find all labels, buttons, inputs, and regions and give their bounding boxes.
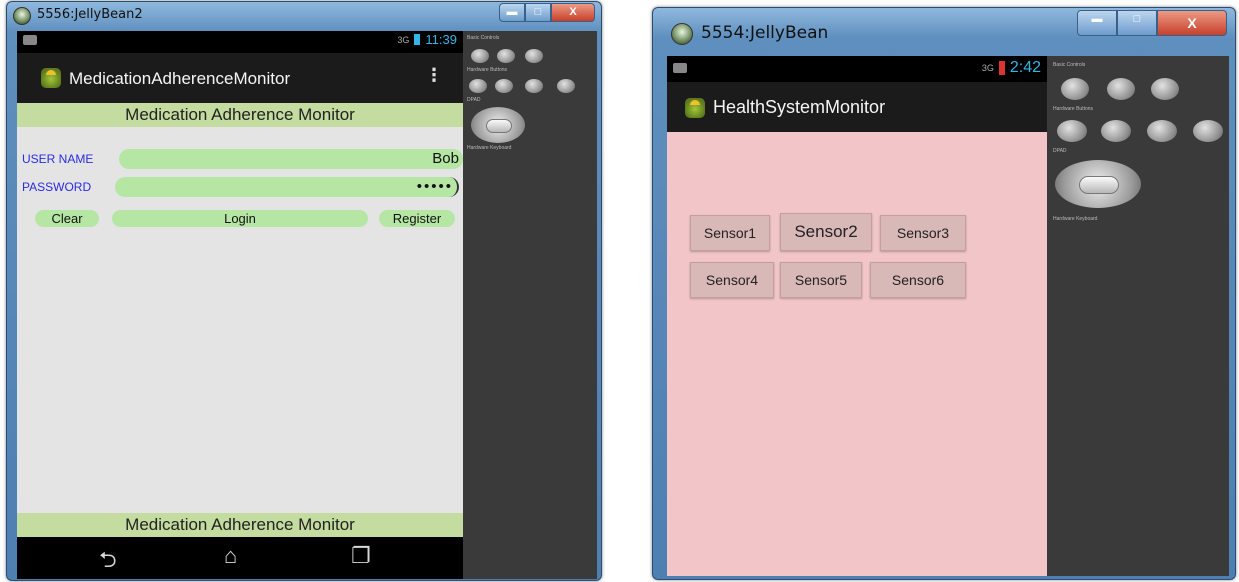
footer-banner: Medication Adherence Monitor — [17, 513, 463, 537]
maximize-button[interactable]: □ — [1117, 10, 1157, 36]
password-row: PASSWORD ••••• — [17, 177, 463, 197]
status-time: 11:39 — [425, 32, 457, 47]
emulator-window-left: 5556:JellyBean2 ▬ □ X 3G 11:39 Medicatio… — [6, 1, 602, 581]
minimize-button[interactable]: ▬ — [1077, 10, 1117, 36]
app-title: HealthSystemMonitor — [713, 97, 886, 117]
back-icon[interactable]: ⮌ — [99, 543, 117, 579]
close-button[interactable]: X — [551, 3, 595, 22]
status-bar: 3G 11:39 — [17, 31, 463, 53]
clear-button[interactable]: Clear — [35, 210, 99, 227]
username-label: USER NAME — [22, 152, 94, 166]
sensor6-button[interactable]: Sensor6 — [870, 262, 966, 298]
hardware-keyboard-heading: Hardware Keyboard — [467, 145, 512, 151]
menu-hw-icon[interactable] — [1101, 120, 1131, 142]
search-icon[interactable] — [1193, 120, 1223, 142]
back-hw-icon[interactable] — [525, 79, 543, 93]
status-bar: 3G 2:42 — [667, 56, 1047, 82]
close-button[interactable]: X — [1157, 10, 1227, 36]
signal-icon: 3G — [397, 34, 410, 45]
hardware-buttons-heading: Hardware Buttons — [1053, 106, 1094, 112]
volume-up-icon[interactable] — [1107, 78, 1135, 100]
home-hw-icon[interactable] — [1057, 120, 1087, 142]
home-hw-icon[interactable] — [469, 79, 487, 93]
action-bar: MedicationAdherenceMonitor ⋮ — [17, 53, 463, 103]
hardware-controls-panel: Basic Controls Hardware Buttons DPAD Har… — [1047, 56, 1229, 576]
search-icon[interactable] — [557, 79, 575, 93]
dpad-heading: DPAD — [1053, 148, 1067, 154]
power-icon[interactable] — [1151, 78, 1179, 100]
power-icon[interactable] — [525, 49, 543, 63]
android-app-icon — [41, 68, 61, 88]
navigation-bar: ⮌ ⌂ ❐ — [17, 537, 463, 579]
dpad-icon[interactable] — [1055, 160, 1141, 208]
username-input[interactable]: Bob — [119, 149, 463, 169]
home-icon[interactable]: ⌂ — [224, 543, 237, 569]
status-time: 2:42 — [1009, 59, 1041, 76]
recent-apps-icon[interactable]: ❐ — [351, 543, 371, 569]
hardware-buttons-heading: Hardware Buttons — [467, 67, 508, 73]
window-titlebar[interactable]: 5556:JellyBean2 ▬ □ X — [7, 2, 601, 30]
window-title: 5554:JellyBean — [701, 23, 829, 43]
login-button[interactable]: Login — [112, 210, 368, 227]
dpad-heading: DPAD — [467, 97, 481, 103]
android-app-icon — [685, 98, 705, 118]
overflow-menu-icon[interactable]: ⋮ — [425, 65, 443, 86]
volume-down-icon[interactable] — [471, 49, 489, 63]
emulator-logo-icon — [671, 23, 693, 45]
basic-controls-heading: Basic Controls — [467, 35, 500, 41]
header-banner: Medication Adherence Monitor — [17, 103, 463, 127]
app-title: MedicationAdherenceMonitor — [69, 69, 291, 88]
basic-controls-heading: Basic Controls — [1053, 62, 1086, 68]
battery-icon — [998, 61, 1005, 75]
hardware-controls-panel: Basic Controls Hardware Buttons DPAD Har… — [463, 31, 597, 579]
battery-icon — [414, 34, 421, 45]
volume-down-icon[interactable] — [1061, 78, 1089, 100]
register-button[interactable]: Register — [379, 210, 455, 227]
emulator-logo-icon — [13, 7, 31, 25]
username-row: USER NAME Bob — [17, 149, 463, 169]
sensor2-button[interactable]: Sensor2 — [780, 213, 872, 251]
hardware-keyboard-heading: Hardware Keyboard — [1053, 216, 1098, 222]
maximize-button[interactable]: □ — [525, 3, 551, 22]
notification-icon — [23, 35, 37, 45]
volume-up-icon[interactable] — [497, 49, 515, 63]
menu-hw-icon[interactable] — [495, 79, 513, 93]
device-screen: 3G 11:39 MedicationAdherenceMonitor ⋮ Me… — [17, 31, 463, 579]
dpad-icon[interactable] — [471, 107, 525, 143]
sensor5-button[interactable]: Sensor5 — [780, 262, 862, 298]
device-screen: 3G 2:42 HealthSystemMonitor Sensor1 Sens… — [667, 56, 1047, 576]
password-input[interactable]: ••••• — [115, 177, 459, 197]
password-label: PASSWORD — [22, 180, 92, 194]
signal-icon: 3G — [981, 63, 994, 73]
sensor1-button[interactable]: Sensor1 — [690, 215, 770, 251]
back-hw-icon[interactable] — [1147, 120, 1177, 142]
window-titlebar[interactable]: 5554:JellyBean ▬ □ X — [653, 8, 1235, 56]
emulator-window-right: 5554:JellyBean ▬ □ X 3G 2:42 HealthSyste… — [652, 7, 1236, 580]
sensor3-button[interactable]: Sensor3 — [880, 215, 966, 251]
window-title: 5556:JellyBean2 — [37, 7, 143, 22]
sensor4-button[interactable]: Sensor4 — [690, 262, 774, 298]
notification-icon — [673, 63, 687, 73]
minimize-button[interactable]: ▬ — [499, 3, 525, 22]
action-bar: HealthSystemMonitor — [667, 82, 1047, 132]
